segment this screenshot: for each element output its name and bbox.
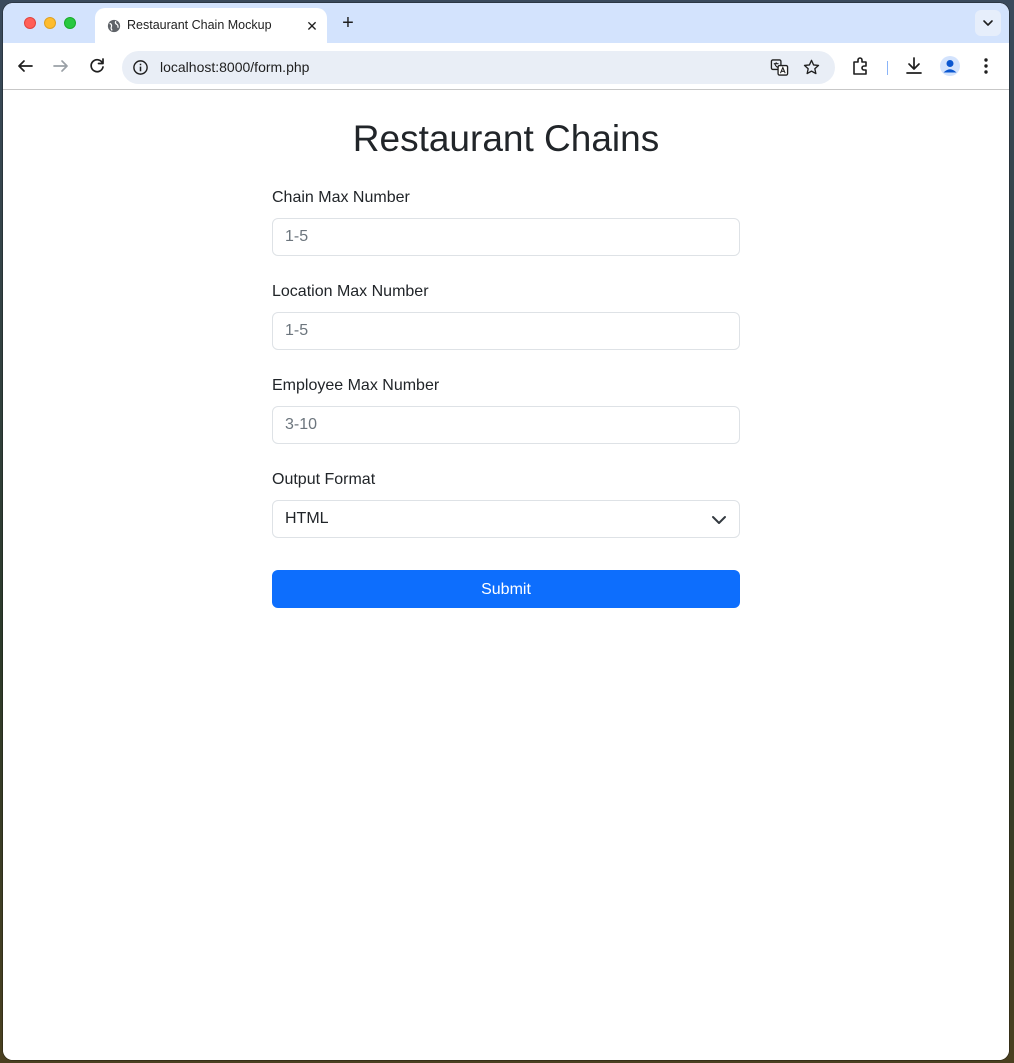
output-format-select[interactable]: HTML: [272, 500, 740, 538]
back-icon[interactable]: [13, 54, 37, 78]
new-tab-button[interactable]: +: [337, 12, 359, 34]
output-format-label: Output Format: [272, 471, 376, 488]
more-icon[interactable]: [974, 54, 998, 78]
globe-icon: [107, 19, 121, 33]
chevron-down-icon: [983, 20, 993, 26]
translate-icon[interactable]: [770, 58, 789, 77]
reload-icon[interactable]: [85, 54, 109, 78]
address-bar[interactable]: localhost:8000/form.php: [122, 51, 835, 84]
output-format-value: HTML: [285, 510, 329, 527]
maximize-window-button[interactable]: [64, 17, 76, 29]
toolbar-divider: [887, 61, 888, 75]
chevron-down-icon: [712, 516, 726, 524]
generator-form: Chain Max Number Location Max Number Emp…: [272, 186, 740, 608]
tab-strip: Restaurant Chain Mockup ✕ +: [3, 3, 1009, 43]
browser-tab[interactable]: Restaurant Chain Mockup ✕: [95, 8, 327, 43]
browser-window: Restaurant Chain Mockup ✕ + localhost:80…: [3, 3, 1009, 1060]
close-window-button[interactable]: [24, 17, 36, 29]
extensions-icon[interactable]: [849, 54, 873, 78]
employee-max-label: Employee Max Number: [272, 377, 440, 394]
chain-max-input[interactable]: [272, 218, 740, 256]
tab-title: Restaurant Chain Mockup: [127, 18, 272, 32]
page-content: Restaurant Chains Chain Max Number Locat…: [3, 90, 1009, 1060]
profile-icon[interactable]: [938, 54, 962, 78]
download-icon[interactable]: [902, 54, 926, 78]
chain-max-label: Chain Max Number: [272, 189, 410, 206]
info-icon[interactable]: [132, 59, 149, 76]
location-max-input[interactable]: [272, 312, 740, 350]
page-title: Restaurant Chains: [352, 118, 660, 159]
tab-search-button[interactable]: [975, 10, 1001, 36]
browser-toolbar: localhost:8000/form.php: [3, 43, 1009, 90]
location-max-label: Location Max Number: [272, 283, 429, 300]
close-icon[interactable]: ✕: [303, 17, 321, 35]
employee-max-input[interactable]: [272, 406, 740, 444]
url-text[interactable]: localhost:8000/form.php: [160, 59, 309, 75]
forward-icon[interactable]: [49, 54, 73, 78]
minimize-window-button[interactable]: [44, 17, 56, 29]
submit-button[interactable]: Submit: [272, 570, 740, 608]
star-icon[interactable]: [802, 58, 821, 77]
